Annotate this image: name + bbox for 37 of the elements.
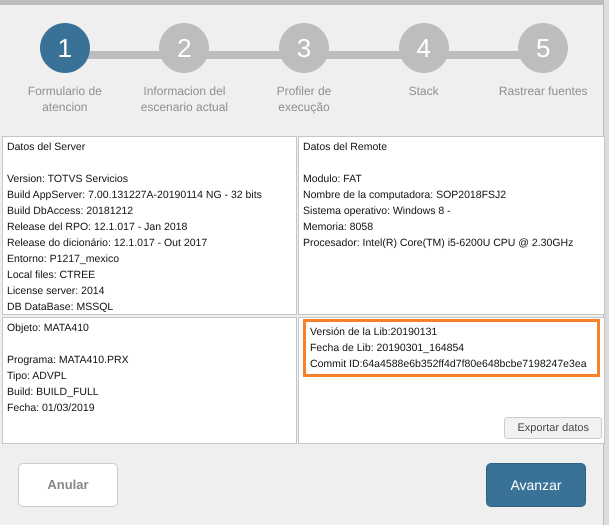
step-number[interactable]: 2: [159, 23, 210, 73]
info-line: Memoria: 8058: [303, 220, 374, 235]
step-label: Formulario de atencion: [26, 83, 103, 115]
step-number[interactable]: 1: [40, 23, 90, 73]
step-number[interactable]: 5: [518, 23, 568, 73]
info-line: Release del RPO: 12.1.017 - Jan 2018: [7, 220, 188, 235]
info-line: Sistema operativo: Windows 8 -: [303, 204, 452, 219]
info-line: Commit ID:64a4588e6b352ff4d7f80e648bcbe7198247e3ea: [310, 357, 588, 372]
info-line: License server: 2014: [7, 284, 106, 299]
info-line: Fecha: 01/03/2019: [7, 401, 96, 416]
panel-title: Datos del Server: [7, 140, 86, 155]
info-line: Release do dicionário: 12.1.017 - Out 2017: [7, 236, 208, 251]
info-line: Modulo: FAT: [303, 172, 363, 187]
info-line: Entorno: P1217_mexico: [7, 252, 120, 267]
export-button[interactable]: Exportar datos: [504, 417, 602, 439]
info-line: DB DataBase: MSSQL: [7, 300, 114, 315]
info-line: Build: BUILD_FULL: [7, 385, 100, 400]
panel-title: Datos del Remote: [303, 140, 388, 155]
info-line: Build AppServer: 7.00.131227A-20190114 NG - 32 bits: [7, 188, 263, 203]
cancel-button[interactable]: Anular: [18, 463, 118, 507]
info-line: Versión de la Lib:20190131: [310, 325, 438, 340]
step-number[interactable]: 4: [398, 23, 449, 73]
info-line: Build DbAccess: 20181212: [7, 204, 134, 219]
panel-title: Objeto: MATA410: [7, 321, 90, 336]
step-label: Profiler de execução: [276, 83, 332, 115]
info-line: Tipo: ADVPL: [7, 369, 68, 384]
info-line: Nombre de la computadora: SOP2018FSJ2: [303, 188, 508, 203]
step-label: Stack: [408, 83, 439, 99]
next-button[interactable]: Avanzar: [486, 463, 586, 507]
info-line: Local files: CTREE: [7, 268, 96, 283]
info-line: Version: TOTVS Servicios: [7, 172, 129, 187]
info-line: Fecha de Lib: 20190301_164854: [310, 341, 466, 356]
info-line: Procesador: Intel(R) Core(TM) i5-6200U CPU @ 2.30GHz: [303, 236, 574, 251]
step-label: Informacion del escenario actual: [140, 83, 230, 115]
step-label: Rastrear fuentes: [498, 83, 588, 99]
info-line: Programa: MATA410.PRX: [7, 353, 130, 368]
step-number[interactable]: 3: [278, 23, 329, 73]
